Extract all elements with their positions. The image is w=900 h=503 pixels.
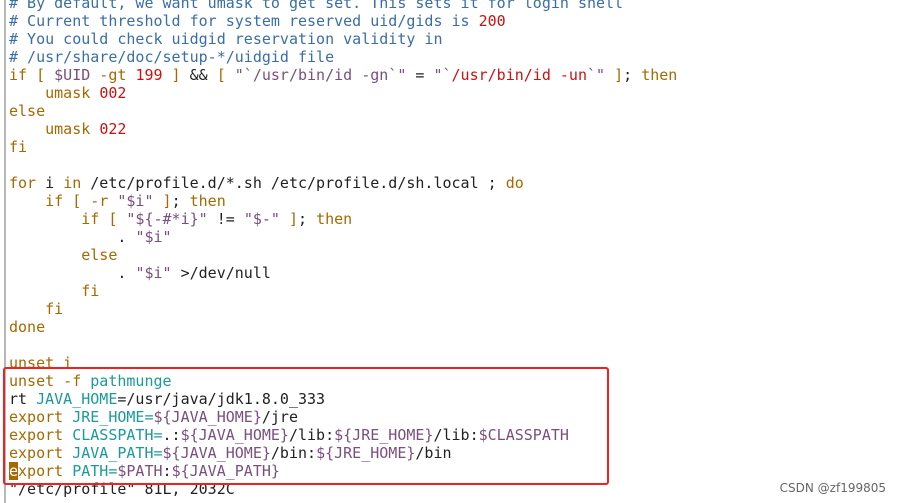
code-token: # Current threshold for system reserved … bbox=[9, 12, 479, 30]
code-token: "${-#*i}" bbox=[126, 210, 208, 228]
code-token: $UID bbox=[54, 66, 91, 84]
code-token: fi bbox=[9, 138, 28, 156]
code-token: /etc/profile.d/*.sh /etc/profile.d/sh.lo… bbox=[81, 174, 506, 192]
code-token: then bbox=[641, 66, 678, 84]
code-token: if [ bbox=[9, 210, 127, 228]
code-token: "$i" bbox=[135, 264, 172, 282]
code-line: fi bbox=[9, 300, 677, 318]
code-line: if [ $UID -gt 199 ] && [ "`/usr/bin/id -… bbox=[9, 66, 677, 84]
code-line: # Current threshold for system reserved … bbox=[9, 12, 677, 30]
code-token: "` bbox=[433, 66, 452, 84]
code-token: `" bbox=[587, 66, 606, 84]
code-token: "$-" bbox=[243, 210, 280, 228]
code-line: else bbox=[9, 246, 677, 264]
code-token: [ bbox=[216, 66, 235, 84]
code-token: ; bbox=[623, 66, 642, 84]
code-token: ] bbox=[162, 66, 181, 84]
code-line: # By default, we want umask to get set. … bbox=[9, 0, 677, 12]
code-token: # You could check uidgid reservation val… bbox=[9, 30, 443, 48]
code-line: if [ "${-#*i}" != "$-" ]; then bbox=[9, 210, 677, 228]
code-token: for bbox=[9, 174, 37, 192]
code-token: then bbox=[316, 210, 353, 228]
code-line: umask 022 bbox=[9, 120, 677, 138]
code-token: 199 bbox=[135, 66, 163, 84]
code-token: 022 bbox=[99, 120, 127, 138]
code-line: fi bbox=[9, 138, 677, 156]
code-token: umask bbox=[9, 120, 100, 138]
code-token: . bbox=[9, 264, 136, 282]
code-token: fi bbox=[9, 282, 100, 300]
code-line: . "$i" bbox=[9, 228, 677, 246]
code-token: 002 bbox=[99, 84, 127, 102]
code-token: /usr/bin/id -un bbox=[451, 66, 587, 84]
code-token: in bbox=[63, 174, 82, 192]
code-line: umask 002 bbox=[9, 84, 677, 102]
code-line: . "$i" >/dev/null bbox=[9, 264, 677, 282]
highlight-box bbox=[3, 367, 609, 485]
code-token: ; bbox=[171, 192, 190, 210]
code-token: ] bbox=[279, 210, 298, 228]
code-token: >/dev/null bbox=[171, 264, 271, 282]
code-line: for i in /etc/profile.d/*.sh /etc/profil… bbox=[9, 174, 677, 192]
code-line: # /usr/share/doc/setup-*/uidgid file bbox=[9, 48, 677, 66]
code-token: # By default, we want umask to get set. … bbox=[9, 0, 624, 12]
code-token: # /usr/share/doc/setup-*/uidgid file bbox=[9, 48, 335, 66]
code-line: if [ -r "$i" ]; then bbox=[9, 192, 677, 210]
code-token: = bbox=[406, 66, 434, 84]
code-token: done bbox=[9, 318, 46, 336]
code-line: else bbox=[9, 102, 677, 120]
vim-editor[interactable]: # By default, we want umask to get set. … bbox=[0, 0, 900, 503]
code-token: != bbox=[207, 210, 244, 228]
code-token: ; bbox=[298, 210, 317, 228]
code-token: do bbox=[505, 174, 524, 192]
code-line: fi bbox=[9, 282, 677, 300]
code-token: else bbox=[9, 102, 46, 120]
code-token: -gt bbox=[90, 66, 136, 84]
code-token: "`/usr/bin/id -gn`" bbox=[234, 66, 407, 84]
code-token: && bbox=[180, 66, 217, 84]
code-token: if [ -r bbox=[9, 192, 118, 210]
code-token: 200 bbox=[478, 12, 506, 30]
code-token: else bbox=[9, 246, 118, 264]
code-line: done bbox=[9, 318, 677, 336]
code-token: . bbox=[9, 228, 136, 246]
code-token: umask bbox=[9, 84, 100, 102]
code-token: i bbox=[36, 174, 64, 192]
code-token: "$i" bbox=[135, 228, 172, 246]
code-token: then bbox=[189, 192, 226, 210]
code-token: "$i" bbox=[117, 192, 154, 210]
code-token: ] bbox=[605, 66, 624, 84]
code-token: fi bbox=[9, 300, 64, 318]
watermark: CSDN @zf199805 bbox=[779, 481, 886, 495]
code-token: ] bbox=[153, 192, 172, 210]
code-line: # You could check uidgid reservation val… bbox=[9, 30, 677, 48]
code-token: if [ bbox=[9, 66, 55, 84]
